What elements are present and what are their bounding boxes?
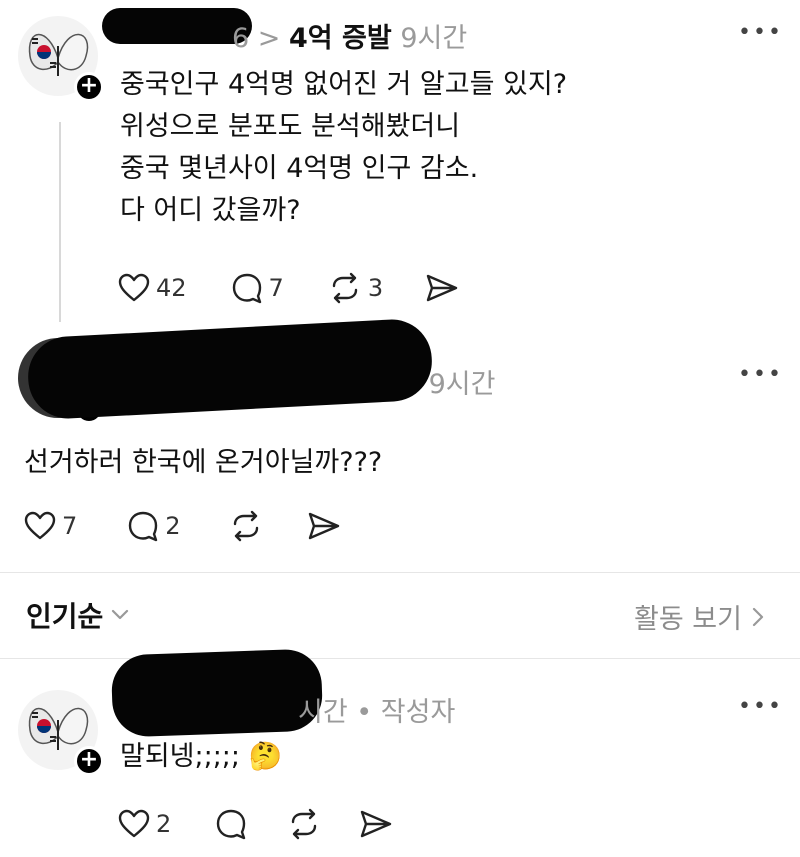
more-options-icon[interactable]: •••	[738, 362, 783, 387]
like-button[interactable]: 7	[24, 511, 77, 541]
sort-label: 인기순	[26, 600, 104, 633]
author-badge: • 작성자	[356, 697, 456, 728]
reply-header: 시간 • 작성자	[298, 690, 455, 729]
share-button[interactable]	[425, 273, 459, 303]
thread-connector	[59, 122, 61, 322]
more-options-icon[interactable]: •••	[738, 20, 783, 45]
heart-icon	[24, 511, 56, 540]
post-time: 9시간	[400, 23, 468, 54]
post-header: 6 > 4억 증발 9시간	[232, 16, 467, 55]
repost-icon	[233, 510, 258, 542]
comment-icon	[217, 809, 246, 840]
comment-count: 2	[165, 512, 181, 540]
repost-count: 3	[367, 274, 384, 302]
heart-icon	[118, 273, 150, 302]
thinking-emoji: 🤔	[248, 741, 283, 772]
like-count: 42	[156, 274, 187, 302]
chevron-right-icon	[752, 607, 764, 626]
section-divider	[0, 572, 800, 573]
heart-icon	[118, 809, 150, 838]
like-count: 2	[156, 810, 172, 838]
share-icon	[308, 512, 339, 540]
breadcrumb-separator: >	[257, 23, 281, 54]
avatar[interactable]: +	[18, 16, 104, 102]
redacted-username	[102, 8, 252, 44]
reply-actions: 7 2	[24, 506, 375, 546]
comment-button[interactable]: 2	[127, 510, 181, 542]
repost-icon	[332, 272, 358, 304]
comment-button[interactable]: 7	[231, 272, 284, 304]
reply-text: 말되넹;;;;;	[120, 741, 241, 772]
post-topic[interactable]: 4억 증발	[289, 23, 392, 54]
more-options-icon[interactable]: •••	[738, 694, 783, 719]
share-icon	[426, 274, 458, 302]
like-button[interactable]: 42	[118, 273, 187, 303]
reply-time: 시간	[298, 697, 348, 728]
redacted-username	[26, 317, 434, 421]
post-line: 위성으로 분포도 분석해봤더니	[120, 111, 461, 142]
like-button[interactable]: 2	[118, 809, 171, 839]
repost-button[interactable]: 3	[328, 272, 383, 304]
section-divider	[0, 658, 800, 659]
repost-button[interactable]	[229, 510, 263, 542]
follow-plus-icon[interactable]: +	[74, 746, 104, 776]
chevron-down-icon	[112, 609, 129, 620]
reply-time: 9시간	[428, 369, 496, 400]
post-actions: 42 7 3	[118, 268, 493, 308]
share-button[interactable]	[359, 809, 393, 839]
reply-header: v 9시간	[404, 362, 496, 401]
repost-button[interactable]	[287, 808, 321, 840]
reply-body: 말되넹;;;;; 🤔	[120, 736, 282, 778]
share-icon	[361, 810, 392, 838]
post-line: 중국인구 4억명 없어진 거 알고들 있지?	[120, 69, 568, 100]
comment-icon	[232, 273, 261, 304]
comment-button[interactable]	[215, 808, 247, 840]
comment-icon	[129, 511, 158, 542]
reply-actions: 2	[118, 804, 427, 844]
post-line: 다 어디 갔을까?	[120, 195, 301, 226]
activity-label: 활동 보기	[634, 604, 742, 635]
post-line: 중국 몇년사이 4억명 인구 감소.	[120, 153, 479, 184]
redacted-username	[110, 648, 324, 738]
reply-body: 선거하러 한국에 온거아닐까???	[24, 447, 383, 478]
post-body: 중국인구 4억명 없어진 거 알고들 있지? 위성으로 분포도 분석해봤더니 중…	[120, 64, 567, 232]
share-button[interactable]	[307, 511, 341, 541]
avatar[interactable]: +	[18, 690, 104, 776]
sort-dropdown[interactable]: 인기순	[26, 595, 129, 635]
repost-icon	[292, 808, 317, 840]
post-header-fragment: 6	[232, 23, 250, 54]
like-count: 7	[62, 512, 78, 540]
comment-count: 7	[268, 274, 284, 302]
view-activity-link[interactable]: 활동 보기	[634, 597, 764, 636]
follow-plus-icon[interactable]: +	[74, 72, 104, 102]
